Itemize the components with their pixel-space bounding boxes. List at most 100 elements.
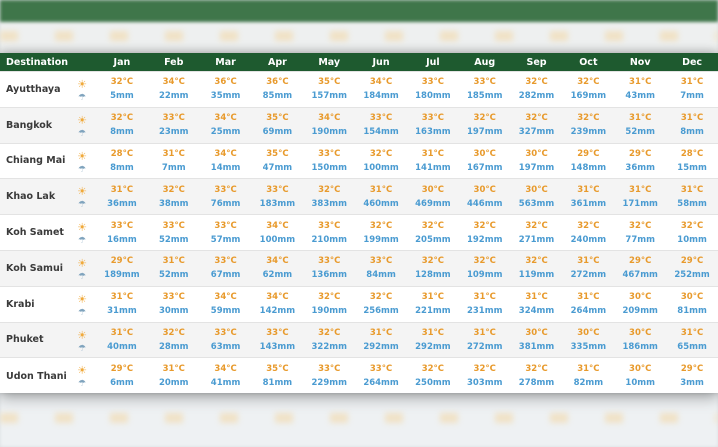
climate-cell: 31°C 292mm — [355, 321, 407, 358]
rainfall-value: 184mm — [363, 91, 399, 102]
rain-cloud-icon: ☂ — [77, 307, 87, 318]
climate-cell: 32°C 199mm — [355, 214, 407, 251]
climate-cell: 30°C 335mm — [562, 321, 615, 358]
rainfall-value: 180mm — [415, 91, 451, 102]
climate-cell: 31°C 264mm — [562, 285, 615, 323]
climate-cell: 33°C 57mm — [199, 214, 252, 251]
climate-cell: 32°C 282mm — [510, 71, 563, 108]
rainfall-value: 167mm — [466, 162, 503, 173]
rainfall-value: 36mm — [625, 162, 655, 173]
temperature-value: 35°C — [266, 364, 289, 375]
climate-cell: 35°C 69mm — [251, 106, 304, 144]
temperature-value: 32°C — [525, 113, 548, 124]
temperature-value: 32°C — [680, 220, 704, 231]
temperature-value: 33°C — [369, 256, 393, 267]
rainfall-value: 8mm — [110, 162, 134, 173]
temperature-value: 29°C — [680, 364, 704, 375]
climate-cell: 31°C 65mm — [666, 321, 718, 358]
rainfall-value: 190mm — [311, 306, 347, 317]
temperature-value: 32°C — [473, 364, 496, 375]
rainfall-value: 148mm — [570, 162, 607, 173]
rainfall-value: 221mm — [415, 306, 451, 317]
rainfall-value: 40mm — [107, 341, 137, 352]
temperature-value: 29°C — [110, 256, 134, 267]
climate-cell: 33°C 210mm — [303, 214, 356, 251]
temperature-value: 34°C — [214, 364, 237, 375]
temperature-value: 32°C — [525, 364, 548, 375]
temperature-value: 33°C — [369, 364, 393, 375]
temperature-value: 33°C — [318, 364, 341, 375]
rainfall-value: 30mm — [158, 306, 189, 317]
rainfall-value: 8mm — [680, 127, 704, 138]
climate-cell: 30°C 186mm — [614, 321, 667, 358]
destination-name: Phuket — [0, 321, 72, 358]
temperature-value: 32°C — [421, 256, 445, 267]
climate-cell: 33°C 264mm — [355, 357, 407, 394]
temperature-value: 33°C — [318, 220, 341, 231]
rainfall-value: 186mm — [622, 341, 658, 352]
temperature-value: 31°C — [162, 148, 185, 159]
table-row: Koh Samet ☀ ☂ 33°C 16mm 33°C 52mm 33°C 57mm 34°C 1… — [0, 214, 718, 251]
temperature-value: 32°C — [318, 184, 341, 195]
climate-cell: 32°C 38mm — [147, 178, 200, 215]
temperature-value: 31°C — [421, 148, 445, 159]
climate-cell: 31°C 460mm — [355, 178, 407, 215]
climate-cell: 30°C 563mm — [510, 178, 563, 215]
rainfall-value: 171mm — [622, 198, 658, 209]
rainfall-value: 62mm — [262, 270, 293, 281]
climate-cell: 28°C 15mm — [666, 142, 718, 179]
rainfall-value: 154mm — [363, 127, 399, 138]
rainfall-value: 185mm — [466, 91, 503, 102]
rainfall-value: 43mm — [625, 91, 655, 102]
climate-cell: 33°C 16mm — [96, 214, 148, 251]
rain-cloud-icon: ☂ — [77, 128, 87, 139]
climate-cell: 32°C 303mm — [458, 357, 511, 394]
rainfall-value: 47mm — [262, 162, 293, 173]
rain-cloud-icon: ☂ — [77, 343, 87, 354]
climate-cell: 30°C 197mm — [510, 142, 563, 179]
climate-cell: 31°C 20mm — [147, 357, 200, 394]
rainfall-value: 189mm — [104, 270, 140, 281]
header-month: Nov — [614, 53, 667, 72]
temperature-value: 29°C — [110, 364, 134, 375]
climate-cell: 32°C 128mm — [406, 249, 459, 287]
climate-cell: 32°C 5mm — [96, 71, 148, 108]
temperature-value: 33°C — [110, 220, 134, 231]
sun-icon: ☀ — [77, 221, 87, 235]
rain-cloud-icon: ☂ — [77, 271, 87, 282]
climate-cell: 30°C 209mm — [614, 285, 667, 323]
rainfall-value: 383mm — [311, 198, 347, 209]
temperature-value: 31°C — [473, 327, 496, 338]
destination-name: Krabi — [0, 285, 72, 323]
climate-cell: 33°C 185mm — [458, 71, 511, 108]
table-row: Khao Lak ☀ ☂ 31°C 36mm 32°C 38mm 33°C 76mm 33°C 18… — [0, 178, 718, 215]
temperature-value: 34°C — [214, 113, 237, 124]
temperature-value: 33°C — [473, 77, 496, 88]
climate-cell: 33°C 52mm — [147, 214, 200, 251]
climate-cell: 31°C 40mm — [96, 321, 148, 358]
rainfall-value: 67mm — [210, 270, 241, 281]
temperature-value: 32°C — [525, 220, 548, 231]
rainfall-value: 197mm — [466, 127, 503, 138]
temperature-value: 31°C — [421, 327, 445, 338]
rainfall-value: 38mm — [158, 198, 189, 209]
climate-cell: 34°C 190mm — [303, 106, 356, 144]
rainfall-value: 197mm — [518, 162, 555, 173]
climate-cell: 31°C 31mm — [96, 285, 148, 323]
rainfall-value: 335mm — [570, 341, 607, 352]
weather-icons: ☀ ☂ — [72, 106, 96, 144]
temperature-value: 30°C — [629, 364, 652, 375]
climate-cell: 31°C 171mm — [614, 178, 667, 215]
temperature-value: 32°C — [110, 77, 134, 88]
weather-icons: ☀ ☂ — [72, 71, 96, 108]
climate-cell: 33°C 67mm — [199, 249, 252, 287]
weather-icons: ☀ ☂ — [72, 321, 96, 358]
header-month: Apr — [251, 53, 304, 72]
table-header-row: Destination Jan Feb Mar Apr May Jun Jul … — [0, 53, 718, 72]
rainfall-value: 229mm — [311, 378, 347, 389]
rain-cloud-icon: ☂ — [77, 379, 87, 390]
rainfall-value: 20mm — [158, 378, 189, 389]
climate-cell: 32°C 77mm — [614, 214, 667, 251]
rainfall-value: 52mm — [625, 127, 655, 138]
temperature-value: 35°C — [266, 148, 289, 159]
